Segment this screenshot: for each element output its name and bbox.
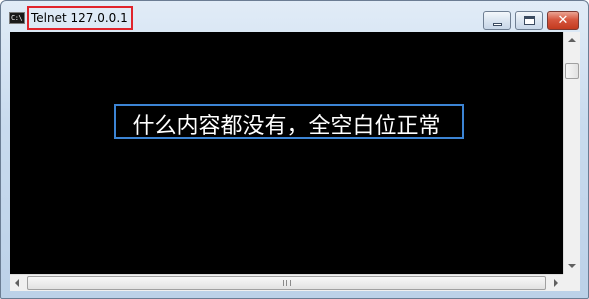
title-highlight-box — [27, 6, 133, 30]
console-icon[interactable]: C:\ — [9, 12, 25, 24]
message-highlight-box — [114, 104, 464, 139]
horizontal-scrollbar[interactable] — [10, 274, 563, 291]
title-bar[interactable]: C:\ Telnet 127.0.0.1 ✕ — [1, 1, 588, 31]
minimize-icon — [493, 23, 502, 26]
console-message: 什么内容都没有，全空白位正常 — [132, 114, 441, 139]
scroll-up-arrow-icon[interactable] — [568, 38, 576, 42]
telnet-window: C:\ Telnet 127.0.0.1 ✕ 什么内容都没有，全空白位正常 — [0, 0, 589, 299]
scroll-grip-icon — [282, 280, 291, 286]
scrollbar-corner — [563, 274, 580, 291]
close-button[interactable]: ✕ — [547, 11, 579, 30]
maximize-icon — [524, 16, 535, 25]
horizontal-scroll-thumb[interactable] — [27, 276, 546, 290]
scroll-down-arrow-icon[interactable] — [568, 264, 576, 268]
maximize-button[interactable] — [515, 11, 543, 30]
console-area[interactable]: 什么内容都没有，全空白位正常 — [10, 32, 563, 274]
close-icon: ✕ — [557, 13, 569, 28]
console-icon-text: C:\ — [11, 14, 23, 22]
vertical-scrollbar[interactable] — [563, 32, 580, 274]
vertical-scroll-thumb[interactable] — [565, 63, 579, 79]
scroll-right-arrow-icon[interactable] — [554, 279, 558, 287]
scroll-left-arrow-icon[interactable] — [15, 279, 19, 287]
minimize-button[interactable] — [483, 11, 511, 30]
